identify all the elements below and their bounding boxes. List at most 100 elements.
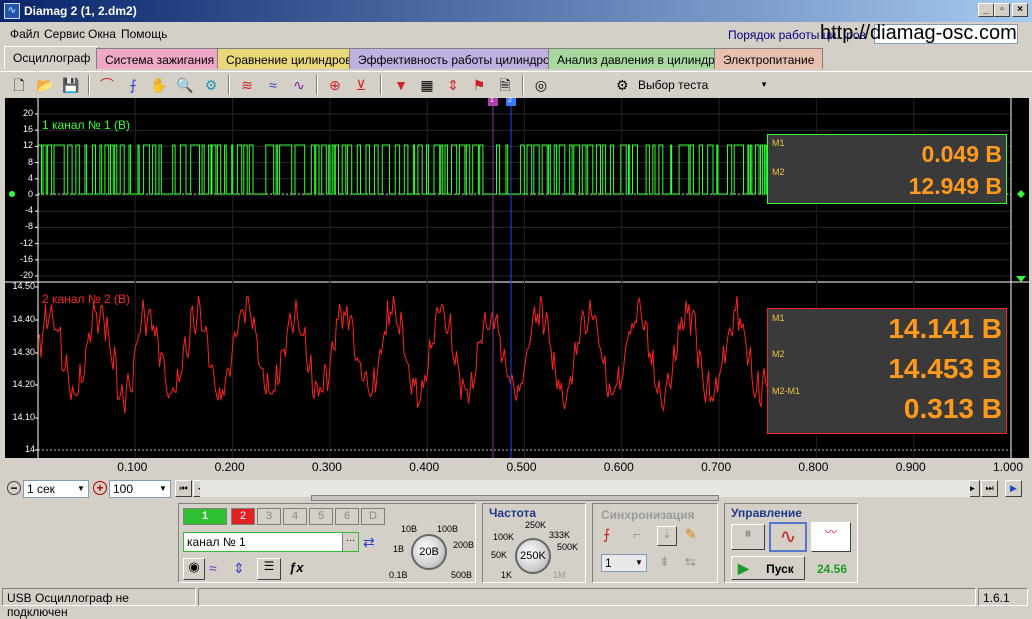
function-icon[interactable]: ƒx [289, 560, 303, 575]
ch1-m1-label: M1 [772, 138, 785, 148]
toolbar-separator [316, 75, 318, 95]
save-icon[interactable]: 💾 [60, 74, 82, 96]
channel-swap-icon[interactable]: ⇄ [363, 534, 375, 551]
channel-button-d[interactable]: D [361, 508, 385, 525]
tab-cylinder-compare[interactable]: Сравнение цилиндров [217, 48, 361, 69]
channel-button-6[interactable]: 6 [335, 508, 359, 525]
scope-display[interactable]: 1 2 20 16 12 8 4 0 -4 -8 -12 -16 -20 14.50 14.40 14.… [5, 97, 1029, 478]
panel-splitter[interactable] [311, 495, 719, 501]
sine-mode-icon[interactable]: ∿ [769, 522, 807, 552]
sync-level-icon[interactable]: ⇟ [659, 554, 670, 570]
tab-power-supply[interactable]: Электропитание [714, 48, 824, 69]
tab-cylinder-efficiency[interactable]: Эффективность работы цилиндров [349, 48, 566, 69]
waveform-compare-icon[interactable]: ∿ [288, 74, 310, 96]
channel2-y-tick: 14.40 [12, 314, 35, 324]
grid-icon[interactable]: ▦ [416, 74, 438, 96]
voltage-range-knob[interactable]: 20В [411, 534, 447, 570]
zero-offset-icon[interactable]: ⊻ [350, 74, 372, 96]
supply-voltage: 24.56 [817, 562, 848, 576]
zoom-in-icon[interactable]: + [93, 481, 107, 495]
document-icon[interactable]: 🗎 [494, 74, 516, 96]
sync-delay-icon[interactable]: ⇆ [685, 554, 696, 570]
x-tick-label: 0.900 [895, 460, 926, 474]
ch2-m1-value: 14.141 В [888, 313, 1002, 344]
channel1-y-tick: 0 [27, 189, 33, 199]
freq-label-500k: 500K [557, 542, 579, 552]
play-button[interactable]: ▶ [1005, 480, 1022, 497]
channel-button-3[interactable]: 3 [257, 508, 281, 525]
website-url[interactable]: http://diamag-osc.com [820, 22, 1017, 45]
menu-help[interactable]: Помощь [121, 27, 167, 41]
tab-pressure-analysis[interactable]: Анализ давления в цилиндре [548, 48, 731, 69]
auto-scale-icon[interactable]: ⊕ [324, 74, 346, 96]
trigger-filter-icon[interactable]: ▼ [390, 74, 412, 96]
cursor-mode-icon[interactable]: ⌒ [96, 74, 118, 96]
recorder-mode-icon[interactable]: 〰 [811, 522, 851, 552]
channel1-y-tick: 16 [22, 124, 33, 135]
channel-button-4[interactable]: 4 [283, 508, 307, 525]
menu-windows[interactable]: Окна [88, 27, 116, 41]
range-label-1v: 1В [393, 544, 405, 554]
filter-icon[interactable]: ⚙ [200, 74, 222, 96]
sync-pencil-icon[interactable]: ✎ [685, 526, 697, 543]
waveform-icon: ∿ [4, 3, 20, 19]
play-icon: ▶ [738, 560, 749, 576]
falling-edge-icon[interactable]: ⌐ [633, 526, 641, 542]
tab-oscilloscope[interactable]: Осциллограф [4, 46, 100, 69]
zoom-out-icon[interactable]: − [7, 481, 21, 495]
ellipsis-icon[interactable]: … [342, 533, 358, 551]
ch1-m2-value: 12.949 В [908, 173, 1002, 199]
pause-icon[interactable]: ⏸ [731, 524, 765, 550]
freq-label-1m: 1M [553, 570, 566, 580]
first-page-button[interactable]: ⏮ [175, 480, 192, 497]
rising-edge-icon[interactable]: ⨍ [603, 526, 610, 543]
waveform-overlay-icon[interactable]: ≈ [262, 74, 284, 96]
channel-button-2[interactable]: 2 [231, 508, 255, 525]
channel-button-1[interactable]: 1 [183, 508, 227, 525]
toolbar-separator [88, 75, 90, 95]
channel2-y-tick: 14.30 [12, 347, 35, 357]
channel-button-5[interactable]: 5 [309, 508, 333, 525]
waveform-split-icon[interactable]: ≋ [236, 74, 258, 96]
auto-setup-icon[interactable]: ◎ [530, 74, 552, 96]
wave-invert-icon[interactable]: ≈ [209, 560, 217, 576]
start-label: Пуск [766, 562, 794, 576]
open-folder-icon[interactable]: 📂 [34, 74, 56, 96]
close-button[interactable]: × [1012, 3, 1028, 17]
grid-lines-icon[interactable]: ☰ [257, 558, 281, 580]
ch1-m2-label: M2 [772, 167, 785, 177]
timebase-select[interactable]: 1 сек ▼ [23, 480, 89, 498]
range-label-01v: 0.1В [389, 570, 408, 580]
window-title: Diamag 2 (1, 2.dm2) [24, 4, 137, 18]
flag-marker-icon[interactable]: ⚑ [468, 74, 490, 96]
points-select[interactable]: 100 ▼ [109, 480, 171, 498]
last-page-button[interactable]: ⏭ [981, 480, 998, 497]
frequency-knob[interactable]: 250K [515, 538, 551, 574]
start-button[interactable]: ▶ Пуск [731, 556, 805, 580]
freq-label-250k: 250K [525, 520, 547, 530]
cursor-1-label: 1 [490, 97, 494, 104]
tab-ignition[interactable]: Система зажигания [96, 48, 224, 69]
voltage-range-value: 20В [419, 546, 439, 558]
menu-file[interactable]: Файл [10, 27, 40, 41]
sync-mode-icon[interactable]: ⇣ [657, 526, 677, 546]
vertical-scale-icon[interactable]: ⇕ [233, 560, 245, 577]
x-tick-label: 0.100 [117, 460, 148, 474]
chevron-down-icon: ▼ [159, 484, 167, 493]
eye-icon[interactable]: ◉ [183, 558, 205, 580]
scroll-down-marker [1016, 276, 1026, 282]
maximize-button[interactable]: ▫ [994, 3, 1010, 17]
minimize-button[interactable]: _ [978, 3, 994, 17]
sync-channel-value: 1 [605, 556, 612, 570]
hand-pan-icon[interactable]: ✋ [148, 74, 170, 96]
test-select[interactable]: ⚙ Выбор теста ▼ [612, 74, 774, 96]
zoom-icon[interactable]: 🔍 [174, 74, 196, 96]
markers-icon[interactable]: ⨍ [122, 74, 144, 96]
menu-service[interactable]: Сервис [44, 27, 85, 41]
channel2-waveform [37, 294, 768, 414]
split-horizontal-icon[interactable]: ⇕ [442, 74, 464, 96]
x-tick-label: 0.800 [798, 460, 829, 474]
channel-name-field[interactable]: канал № 1 … [183, 532, 359, 552]
sync-channel-select[interactable]: 1 ▼ [601, 554, 647, 572]
new-file-icon[interactable]: 🗋 [8, 74, 30, 96]
